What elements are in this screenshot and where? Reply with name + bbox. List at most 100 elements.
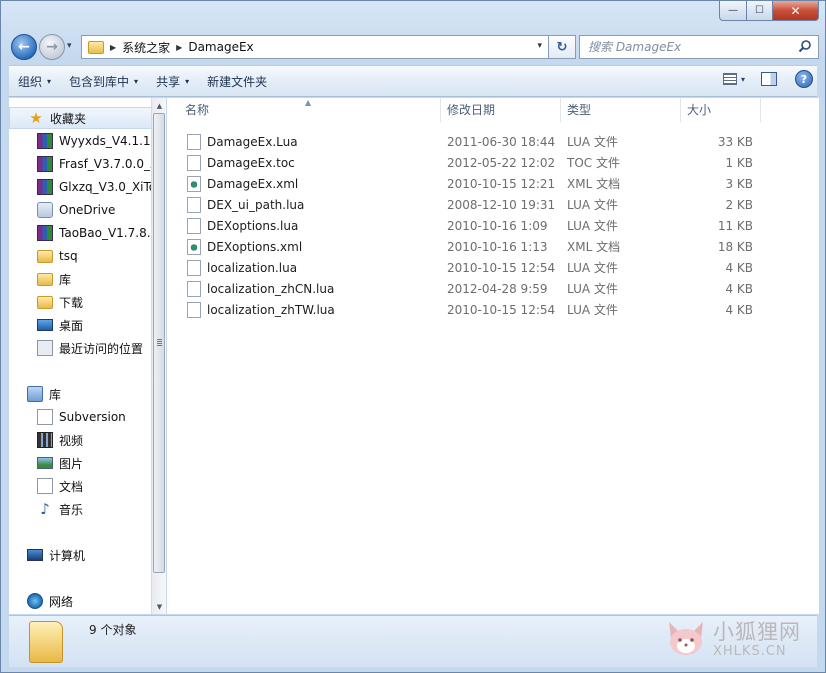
sidebar-item-label: 图片 xyxy=(59,456,84,471)
organize-button[interactable]: 组织 ▾ xyxy=(9,69,60,93)
file-type: LUA 文件 xyxy=(567,303,618,317)
view-controls: ▾ ? xyxy=(722,70,813,88)
include-in-library-label: 包含到库中 xyxy=(69,74,130,89)
close-button[interactable]: ✕ xyxy=(773,1,819,21)
file-name: DEX_ui_path.lua xyxy=(207,197,305,212)
column-header-type[interactable]: 类型 xyxy=(561,98,681,123)
sidebar-item-label: 库 xyxy=(59,272,72,287)
search-box[interactable] xyxy=(579,35,819,59)
sidebar-item-recent-places[interactable]: 最近访问的位置 xyxy=(9,337,143,359)
sidebar-item-music[interactable]: ♪ 音乐 xyxy=(9,498,83,520)
file-row[interactable]: localization.lua 2010-10-15 12:54 LUA 文件… xyxy=(183,257,763,278)
sidebar-favorites[interactable]: ★ 收藏夹 xyxy=(9,107,155,129)
preview-pane-icon[interactable] xyxy=(761,72,777,86)
breadcrumb-separator[interactable]: ▶ xyxy=(110,43,116,52)
sidebar-item-label: 桌面 xyxy=(59,318,84,333)
winrar-icon xyxy=(37,156,53,172)
sidebar-item-label: 下载 xyxy=(59,295,84,310)
scroll-thumb[interactable] xyxy=(153,113,165,573)
sidebar-item-downloads[interactable]: 下载 xyxy=(9,291,83,313)
item-count: 9 个对象 xyxy=(89,623,137,637)
recent-pages-button[interactable]: ▾ xyxy=(67,41,72,51)
share-label: 共享 xyxy=(156,74,181,89)
caption-buttons: — ☐ ✕ xyxy=(719,1,819,21)
navigation-pane-scrollbar[interactable]: ▲ ▼ xyxy=(151,98,166,614)
file-date: 2012-04-28 9:59 xyxy=(447,281,548,296)
file-row[interactable]: DamageEx.Lua 2011-06-30 18:44 LUA 文件 33 … xyxy=(183,131,763,152)
sidebar-item-onedrive[interactable]: OneDrive xyxy=(9,199,115,221)
file-icon xyxy=(187,154,201,171)
scroll-up-button[interactable]: ▲ xyxy=(152,98,167,113)
file-row[interactable]: DamageEx.toc 2012-05-22 12:02 TOC 文件 1 K… xyxy=(183,152,763,173)
search-input[interactable] xyxy=(588,40,788,54)
file-name: localization_zhCN.lua xyxy=(207,281,335,296)
sidebar-item-label: TaoBao_V1.7.8. xyxy=(59,226,151,240)
breadcrumb-separator[interactable]: ▶ xyxy=(176,43,182,52)
sidebar-item-label: tsq xyxy=(59,249,78,263)
search-icon[interactable] xyxy=(798,39,812,53)
breadcrumb-item[interactable]: DamageEx xyxy=(188,40,253,54)
help-icon[interactable]: ? xyxy=(795,70,813,88)
sidebar-item-label: Wyyxds_V4.1.1.1 xyxy=(59,134,155,148)
star-icon: ★ xyxy=(29,109,43,127)
address-bar[interactable]: ▶ 系统之家 ▶ DamageEx ▾ xyxy=(81,35,549,59)
sidebar-item-library-folder[interactable]: 库 xyxy=(9,268,71,290)
command-bar: 组织 ▾ 包含到库中 ▾ 共享 ▾ 新建文件夹 ▾ ? xyxy=(9,65,817,97)
file-row[interactable]: localization_zhCN.lua 2012-04-28 9:59 LU… xyxy=(183,278,763,299)
breadcrumb-item[interactable]: 系统之家 xyxy=(122,39,170,56)
xml-file-icon xyxy=(187,175,201,192)
sidebar-libraries[interactable]: 库 xyxy=(9,383,61,405)
column-header-size[interactable]: 大小 xyxy=(681,98,761,123)
file-name: DamageEx.xml xyxy=(207,176,299,191)
file-type: LUA 文件 xyxy=(567,282,618,296)
include-in-library-button[interactable]: 包含到库中 ▾ xyxy=(60,69,147,93)
file-row[interactable]: DamageEx.xml 2010-10-15 12:21 XML 文档 3 K… xyxy=(183,173,763,194)
file-icon xyxy=(187,196,201,213)
sidebar-computer[interactable]: 计算机 xyxy=(9,544,85,566)
maximize-button[interactable]: ☐ xyxy=(747,1,773,21)
refresh-button[interactable]: ↻ xyxy=(549,35,576,59)
sidebar-item-glxzq[interactable]: Glxzq_V3.0_XiTo xyxy=(9,176,155,198)
view-options-dropdown[interactable]: ▾ xyxy=(741,75,745,84)
file-date: 2010-10-16 1:13 xyxy=(447,239,548,254)
sidebar-item-pictures[interactable]: 图片 xyxy=(9,452,83,474)
file-row[interactable]: DEXoptions.xml 2010-10-16 1:13 XML 文档 18… xyxy=(183,236,763,257)
refresh-icon: ↻ xyxy=(556,39,568,55)
scroll-grip xyxy=(157,339,162,346)
sidebar-item-taobao[interactable]: TaoBao_V1.7.8. xyxy=(9,222,151,244)
file-row[interactable]: DEXoptions.lua 2010-10-16 1:09 LUA 文件 11… xyxy=(183,215,763,236)
file-name: DEXoptions.xml xyxy=(207,239,303,254)
winrar-icon xyxy=(37,179,53,195)
address-history-dropdown[interactable]: ▾ xyxy=(537,41,542,51)
sidebar-item-label: 库 xyxy=(49,387,62,402)
file-date: 2010-10-15 12:54 xyxy=(447,302,556,317)
folder-icon xyxy=(88,40,104,54)
scroll-down-button[interactable]: ▼ xyxy=(152,599,167,614)
sidebar-item-desktop[interactable]: 桌面 xyxy=(9,314,83,336)
column-header-date[interactable]: 修改日期 xyxy=(441,98,561,123)
sidebar-item-videos[interactable]: 视频 xyxy=(9,429,83,451)
folder-icon xyxy=(37,249,53,263)
xml-file-icon xyxy=(187,238,201,255)
sidebar-item-documents[interactable]: 文档 xyxy=(9,475,83,497)
view-details-icon[interactable] xyxy=(722,73,737,85)
column-headers: 名称 ▲ 修改日期 类型 大小 xyxy=(167,98,819,123)
sidebar-item-subversion[interactable]: Subversion xyxy=(9,406,126,428)
file-name: DamageEx.Lua xyxy=(207,134,298,149)
share-button[interactable]: 共享 ▾ xyxy=(147,69,198,93)
forward-button[interactable]: → xyxy=(39,34,65,60)
sidebar-item-frasf[interactable]: Frasf_V3.7.0.0_X xyxy=(9,153,155,175)
back-button[interactable]: ← xyxy=(11,34,37,60)
file-name: DamageEx.toc xyxy=(207,155,295,170)
sidebar-item-wyyxds[interactable]: Wyyxds_V4.1.1.1 xyxy=(9,130,155,152)
sidebar-network[interactable]: 网络 xyxy=(9,590,73,612)
sidebar-item-tsq[interactable]: tsq xyxy=(9,245,78,267)
fox-logo-icon xyxy=(669,622,703,655)
minimize-button[interactable]: — xyxy=(719,1,747,21)
file-row[interactable]: localization_zhTW.lua 2010-10-15 12:54 L… xyxy=(183,299,763,320)
winrar-icon xyxy=(37,133,53,149)
watermark-text: 小狐狸网 xyxy=(713,620,801,644)
sidebar-item-label: 音乐 xyxy=(59,502,84,517)
new-folder-button[interactable]: 新建文件夹 xyxy=(198,69,276,93)
file-row[interactable]: DEX_ui_path.lua 2008-12-10 19:31 LUA 文件 … xyxy=(183,194,763,215)
